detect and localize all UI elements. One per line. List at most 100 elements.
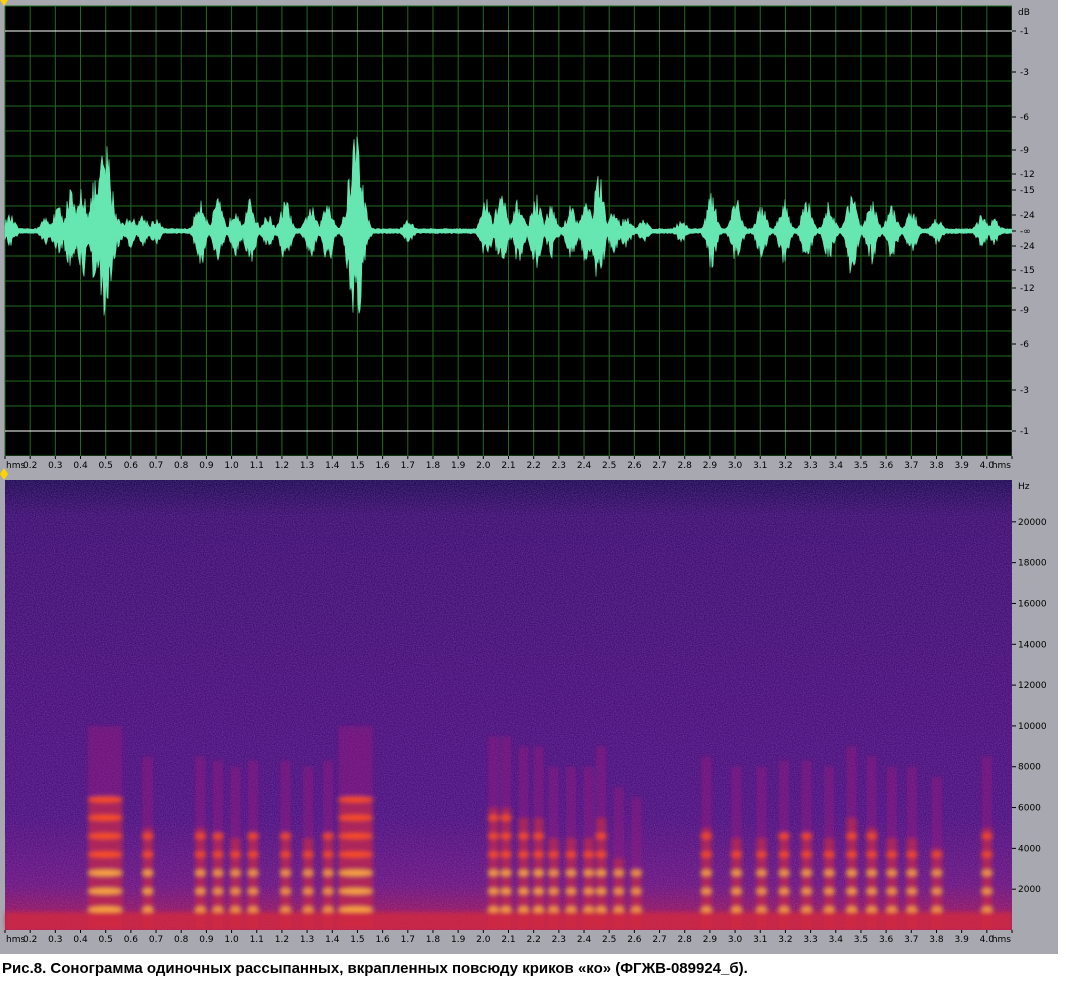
db-tick-label: -12	[1020, 284, 1035, 294]
time-tick-label: 3.0	[728, 461, 743, 471]
time-tick-label: 2.3	[552, 461, 566, 471]
call-harmonic	[302, 869, 315, 877]
call-harmonic	[730, 851, 743, 858]
call-harmonic	[279, 906, 292, 913]
call-harmonic	[487, 906, 500, 913]
call-harmonic	[865, 888, 878, 895]
call-harmonic	[730, 906, 743, 913]
time-tick-label: 1.4	[325, 461, 340, 471]
call-harmonic	[582, 888, 595, 895]
db-tick-label: -1	[1020, 27, 1029, 37]
call-harmonic	[322, 888, 335, 895]
low-frequency-band	[5, 912, 1012, 930]
time-tick-label: 2.2	[527, 461, 541, 471]
call-harmonic	[211, 869, 224, 877]
call-harmonic	[800, 832, 813, 840]
call-harmonic	[499, 888, 512, 895]
db-unit-label: dB	[1018, 8, 1030, 18]
call-harmonic	[517, 869, 530, 877]
call-harmonic	[980, 869, 993, 877]
figure: dB -1 -3 -6 -9 -12 -15 -24 -∞ -24 -15 -12 -9 -6 -3 -1 …	[0, 0, 1066, 958]
time-tick-label: 1.0	[224, 461, 239, 471]
call-harmonic	[595, 851, 608, 858]
call-harmonic	[565, 869, 578, 877]
time-tick-label: 2.8	[678, 461, 693, 471]
call-harmonic	[87, 851, 124, 858]
call-harmonic	[322, 832, 335, 840]
time-tick-label: 1.8	[426, 461, 441, 471]
db-tick-label: -6	[1020, 340, 1029, 350]
time-tick-label: 3.4	[829, 461, 844, 471]
call-harmonic	[322, 851, 335, 858]
hz-tick-label: 16000	[1018, 599, 1047, 609]
time-tick-label: 0.2	[23, 461, 37, 471]
time-tick-label: 1.0	[224, 935, 239, 945]
hz-tick-label: 6000	[1018, 804, 1041, 814]
call-harmonic	[532, 851, 545, 858]
time-tick-label: 3.1	[753, 935, 767, 945]
call-harmonic	[800, 906, 813, 913]
call-harmonic	[980, 832, 993, 840]
call-harmonic	[211, 906, 224, 913]
time-tick-label: 2.7	[652, 461, 666, 471]
time-tick-label: 1.9	[451, 461, 466, 471]
call-harmonic	[322, 869, 335, 877]
call-harmonic	[595, 832, 608, 840]
time-tick-label: 0.9	[199, 461, 214, 471]
db-tick-label: -24	[1020, 242, 1035, 252]
call-harmonic	[778, 869, 791, 877]
call-harmonic	[595, 888, 608, 895]
call-harmonic	[865, 906, 878, 913]
call-harmonic	[595, 869, 608, 877]
call-harmonic	[612, 906, 625, 913]
time-tick-label: 3.8	[929, 935, 944, 945]
time-tick-label: 2.7	[652, 935, 666, 945]
call-harmonic	[630, 906, 643, 913]
call-harmonic	[211, 832, 224, 840]
time-tick-label: 0.6	[124, 935, 139, 945]
call-harmonic	[532, 906, 545, 913]
hz-tick-label: 20000	[1018, 518, 1047, 528]
call-harmonic	[930, 851, 943, 858]
call-harmonic	[778, 832, 791, 840]
call-harmonic	[778, 851, 791, 858]
call-harmonic	[823, 851, 836, 858]
time-tick-label: 3.0	[728, 935, 743, 945]
time-tick-label: 1.2	[275, 461, 289, 471]
call-harmonic	[980, 906, 993, 913]
db-tick-label: -9	[1020, 146, 1029, 156]
call-harmonic	[865, 869, 878, 877]
time-tick-label: 3.4	[829, 935, 844, 945]
call-harmonic	[229, 851, 242, 858]
call-harmonic	[700, 869, 713, 877]
call-harmonic	[141, 869, 154, 877]
call-harmonic	[87, 796, 124, 803]
call-harmonic	[487, 888, 500, 895]
call-harmonic	[755, 888, 768, 895]
db-tick-label: -3	[1020, 68, 1029, 78]
waveform-time-axis: hms 0.2 0.3 0.4 0.5 0.6 0.7 0.8 0.9 1.0 1.1 1.2 1.3 1…	[4, 456, 1013, 472]
call-harmonic	[730, 888, 743, 895]
time-tick-label: 3.6	[879, 461, 894, 471]
call-harmonic	[302, 888, 315, 895]
db-tick-label: -15	[1020, 186, 1035, 196]
call-harmonic	[582, 906, 595, 913]
call-harmonic	[700, 888, 713, 895]
call-harmonic	[487, 814, 500, 821]
time-tick-label: 2.6	[627, 461, 642, 471]
time-tick-label: 0.8	[174, 935, 189, 945]
call-harmonic	[980, 851, 993, 858]
call-harmonic	[532, 832, 545, 840]
time-tick-label: 1.6	[375, 935, 390, 945]
hz-tick-label: 18000	[1018, 559, 1047, 569]
call-harmonic	[87, 869, 124, 877]
time-tick-label: 1.3	[300, 935, 314, 945]
time-tick-label: 2.1	[501, 935, 515, 945]
call-harmonic	[612, 888, 625, 895]
call-harmonic	[905, 869, 918, 877]
db-tick-label: -1	[1020, 427, 1029, 437]
call-harmonic	[211, 888, 224, 895]
call-harmonic	[547, 906, 560, 913]
call-harmonic	[755, 851, 768, 858]
time-tick-label: 3.1	[753, 461, 767, 471]
